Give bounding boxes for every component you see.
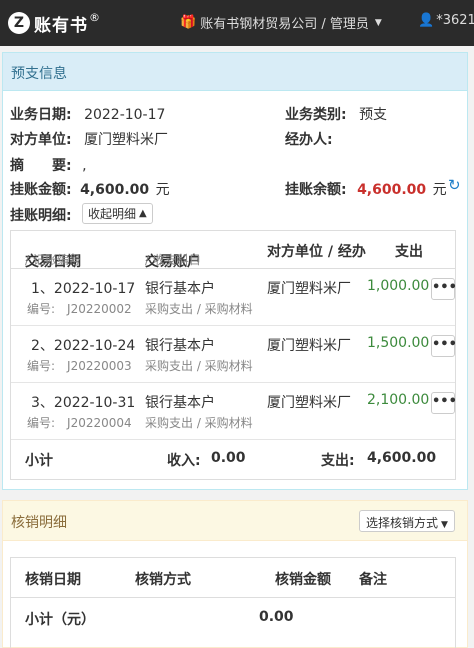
gift-icon: 🎁 [180,15,197,30]
user-label: *3621/ [436,13,474,28]
row-subject: 采购支出 / 采购材料 [145,302,253,316]
business-date-row: 业务日期: 2022-10-17 [10,104,165,124]
row-subject: 采购支出 / 采购材料 [145,359,253,373]
posted-balance-value: 4,600.00 [357,182,427,198]
verification-panel-title: 核销明细 [11,515,67,531]
row-code: 编号: J20220003 [27,359,132,373]
summary-label: 摘 要: [10,158,72,174]
posted-detail-label: 挂账明细: [10,208,72,224]
income-label: 收入: [167,453,201,469]
header-party: 对方单位 / 经办 [267,244,366,260]
counterparty-value: 厦门塑料米厂 [84,132,169,148]
income-value: 0.00 [211,450,246,466]
table-row: 3、2022-10-31 编号: J20220004 银行基本户 采购支出 / … [11,383,457,440]
row-code: 编号: J20220004 [27,416,132,430]
verification-panel-header: 核销明细 选择核销方式 ▼ [3,501,467,541]
row-amount: 2,100.00 [367,392,430,408]
user-icon: 👤 [418,13,435,28]
verification-table: 核销日期 核销方式 核销金额 备注 小计（元） 0.00 [10,557,456,648]
caret-down-icon: ▼ [441,520,448,530]
posted-amount-label: 挂账金额: [10,182,72,198]
user-menu[interactable]: 👤 *3621/ [418,13,474,28]
verification-subtotal-value: 0.00 [259,609,294,625]
row-more-button[interactable]: ••• [431,392,457,414]
header-verify-date: 核销日期 [25,572,81,588]
posted-amount-unit: 元 [155,182,170,198]
row-account: 银行基本户 [145,281,215,297]
brand-logo-link[interactable]: Z 账有书 ® [8,9,100,37]
handler-label: 经办人: [285,132,333,148]
table-header: 交易日期 / 记账编号 交易账户 / 收支科目 对方单位 / 经办 支出 [11,231,455,270]
header-date-sub: / 记账编号 [25,253,81,267]
row-date: 3、2022-10-31 [31,395,136,411]
table-header: 核销日期 核销方式 核销金额 备注 [11,558,455,598]
row-party: 厦门塑料米厂 [267,338,351,354]
prepay-panel-title: 预支信息 [3,53,467,91]
brand-name: 账有书 [34,15,88,36]
counterparty-row: 对方单位: 厦门塑料米厂 [10,129,168,149]
header-verify-method: 核销方式 [135,572,191,588]
row-party: 厦门塑料米厂 [267,281,351,297]
business-date-value: 2022-10-17 [84,107,166,123]
row-subject: 采购支出 / 采购材料 [145,416,253,430]
table-row: 1、2022-10-17 编号: J20220002 银行基本户 采购支出 / … [11,269,457,326]
chevron-up-icon: ▲ [139,208,147,219]
caret-down-icon: ▼ [374,17,382,28]
header-account-sub: / 收支科目 [145,253,201,267]
summary-row: 摘 要: , [10,155,87,175]
business-type-row: 业务类别: 预支 [285,104,387,124]
collapse-detail-button[interactable]: 收起明细 ▲ [82,203,153,224]
company-dropdown[interactable]: 🎁 账有书钢材贸易公司 / 管理员 ▼ [180,13,382,32]
posted-detail-label-row: 挂账明细: [10,205,72,225]
subtotal-row: 小计 收入: 0.00 支出: 4,600.00 [11,440,455,480]
summary-value: , [82,158,87,174]
posting-detail-table: 交易日期 / 记账编号 交易账户 / 收支科目 对方单位 / 经办 支出 1、2… [10,230,457,480]
posted-balance-row: 挂账余额: 4,600.00 元 [285,179,447,199]
posted-amount-row: 挂账金额: 4,600.00 元 [10,179,170,199]
subtotal-label: 小计 [25,453,53,469]
posted-amount-value: 4,600.00 [80,182,150,198]
top-navbar: Z 账有书 ® 🎁 账有书钢材贸易公司 / 管理员 ▼ 👤 *3621/ [0,0,474,46]
handler-row: 经办人: [285,129,333,149]
row-code: 编号: J20220002 [27,302,132,316]
row-more-button[interactable]: ••• [431,278,457,300]
posted-balance-unit: 元 [432,182,447,198]
row-party: 厦门塑料米厂 [267,395,351,411]
business-type-label: 业务类别: [285,107,347,123]
brand-icon: Z [8,12,30,34]
header-expense: 支出 [395,244,423,260]
registered-mark: ® [89,10,100,24]
row-date: 1、2022-10-17 [31,281,136,297]
expense-label: 支出: [321,453,355,469]
select-verification-method-button[interactable]: 选择核销方式 ▼ [359,510,455,532]
refresh-icon[interactable]: ↻ [448,176,461,194]
verification-subtotal-label: 小计（元） [25,612,95,628]
row-amount: 1,000.00 [367,278,430,294]
posted-balance-label: 挂账余额: [285,182,347,198]
row-account: 银行基本户 [145,338,215,354]
expense-value: 4,600.00 [367,450,437,466]
row-more-button[interactable]: ••• [431,335,457,357]
table-row: 2、2022-10-24 编号: J20220003 银行基本户 采购支出 / … [11,326,457,383]
header-verify-amount: 核销金额 [275,572,331,588]
collapse-detail-label: 收起明细 [88,207,137,221]
row-date: 2、2022-10-24 [31,338,136,354]
row-amount: 1,500.00 [367,335,430,351]
row-account: 银行基本户 [145,395,215,411]
select-verification-method-label: 选择核销方式 [366,516,439,530]
company-label: 账有书钢材贸易公司 / 管理员 [200,17,369,32]
business-date-label: 业务日期: [10,107,72,123]
business-type-value: 预支 [359,107,388,123]
header-verify-note: 备注 [359,572,387,588]
counterparty-label: 对方单位: [10,132,72,148]
